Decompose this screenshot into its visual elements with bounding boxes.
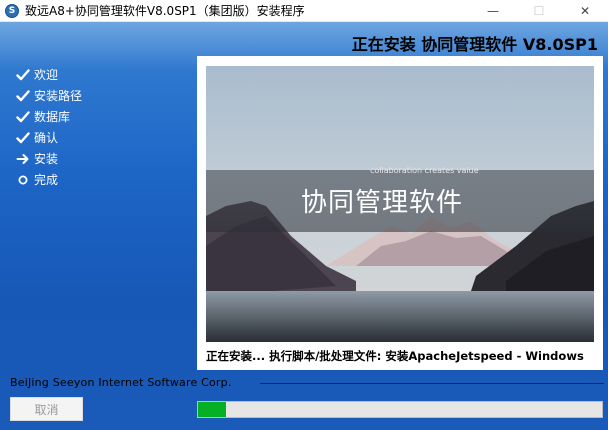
step-finish: 完成	[16, 169, 82, 190]
installer-panel: 正在安装 协同管理软件 V8.0SP1 欢迎 安装路径 数据库 确认 安装 完成…	[0, 22, 608, 430]
step-label: 数据库	[34, 110, 71, 124]
step-confirm: 确认	[16, 127, 82, 148]
maximize-button[interactable]: ☐	[516, 0, 562, 22]
title-bar: S 致远A8+协同管理软件V8.0SP1（集团版）安装程序 — ☐ ✕	[0, 0, 608, 22]
install-progress-bar	[197, 401, 603, 418]
window-title: 致远A8+协同管理软件V8.0SP1（集团版）安装程序	[25, 4, 305, 18]
cancel-button[interactable]: 取消	[10, 397, 83, 421]
arrow-right-icon	[16, 152, 30, 166]
divider-line	[260, 383, 604, 384]
window-controls: — ☐ ✕	[470, 0, 608, 22]
step-label: 完成	[34, 173, 59, 187]
page-title: 正在安装 协同管理软件 V8.0SP1	[351, 35, 598, 54]
step-install-path: 安装路径	[16, 85, 82, 106]
step-label: 安装路径	[34, 89, 83, 103]
step-install: 安装	[16, 148, 82, 169]
step-list: 欢迎 安装路径 数据库 确认 安装 完成	[16, 64, 82, 190]
banner-frame: collaboration creates value 协同管理软件 正在安装.…	[197, 56, 603, 370]
check-icon	[16, 68, 30, 82]
step-label: 安装	[34, 152, 59, 166]
step-database: 数据库	[16, 106, 82, 127]
install-status-text: 正在安装... 执行脚本/批处理文件: 安装ApacheJetspeed - W…	[206, 349, 584, 363]
progress-fill	[198, 402, 227, 417]
check-icon	[16, 110, 30, 124]
circle-icon	[16, 173, 30, 187]
company-name: BeiJing Seeyon Internet Software Corp.	[10, 376, 232, 389]
step-label: 确认	[34, 131, 59, 145]
step-label: 欢迎	[34, 68, 59, 82]
banner-heading: 协同管理软件	[301, 188, 464, 218]
check-icon	[16, 131, 30, 145]
check-icon	[16, 89, 30, 103]
minimize-button[interactable]: —	[470, 0, 516, 22]
app-icon: S	[5, 3, 19, 18]
close-button[interactable]: ✕	[562, 0, 608, 22]
banner-text-layer: collaboration creates value 协同管理软件	[206, 66, 594, 342]
step-welcome: 欢迎	[16, 64, 82, 85]
banner-slogan: collaboration creates value	[370, 166, 479, 175]
